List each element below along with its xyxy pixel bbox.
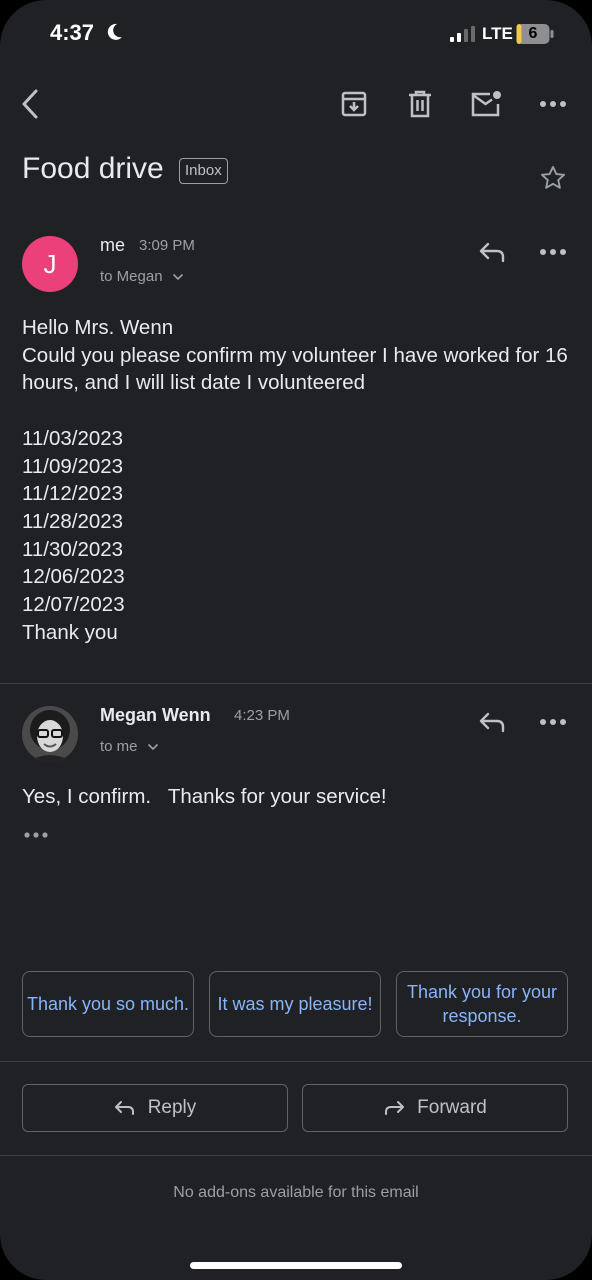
forward-action-button[interactable]: Forward (302, 1084, 568, 1132)
smart-reply-2[interactable]: It was my pleasure! (209, 971, 381, 1037)
chevron-down-icon (147, 743, 158, 751)
battery-icon: 6 (516, 23, 554, 45)
archive-button[interactable] (334, 84, 374, 124)
moon-icon (107, 23, 122, 40)
star-icon (540, 165, 566, 189)
sender-avatar-photo[interactable] (22, 706, 78, 762)
message-more-button[interactable] (533, 702, 573, 742)
status-bar: 4:37 LTE 6 (0, 0, 592, 70)
back-button[interactable] (10, 84, 50, 124)
status-time: 4:37 (50, 20, 95, 45)
actions-divider (0, 1061, 592, 1062)
reply-icon (114, 1101, 134, 1115)
star-button[interactable] (533, 158, 573, 198)
email-subject: Food drive (22, 152, 164, 185)
recipient-line[interactable]: to Megan (100, 268, 184, 285)
forward-label: Forward (417, 1097, 487, 1118)
home-indicator[interactable] (190, 1262, 402, 1269)
archive-icon (341, 91, 367, 117)
more-horizontal-icon (540, 249, 566, 255)
more-horizontal-icon (540, 101, 566, 107)
recipient-label: to Megan (100, 268, 163, 285)
message-time: 4:23 PM (234, 707, 290, 724)
signal-icon (450, 26, 475, 42)
chevron-down-icon (172, 273, 183, 281)
sender-name: me (100, 235, 126, 255)
reply-icon (479, 712, 505, 733)
smart-reply-1[interactable]: Thank you so much. (22, 971, 194, 1037)
more-horizontal-icon (540, 719, 566, 725)
reply-label: Reply (147, 1097, 197, 1118)
recipient-line[interactable]: to me (100, 738, 159, 755)
message-body: Yes, I confirm. Thanks for your service! (22, 785, 387, 808)
reply-button[interactable] (472, 702, 512, 742)
footer-divider (0, 1155, 592, 1156)
message-body: Hello Mrs. Wenn Could you please confirm… (22, 316, 568, 644)
network-type: LTE (482, 24, 513, 43)
trash-icon (409, 90, 431, 118)
more-options-button[interactable] (533, 84, 573, 124)
show-trimmed-content-button[interactable] (16, 815, 56, 855)
mark-unread-icon (471, 91, 501, 117)
reply-button[interactable] (472, 232, 512, 272)
profile-photo-icon (22, 706, 78, 762)
recipient-label: to me (100, 738, 138, 755)
ellipsis-icon (24, 832, 48, 838)
message-time: 3:09 PM (139, 237, 195, 254)
email-screen: 4:37 LTE 6 Food drive Inbox J me 3:09 PM… (0, 0, 592, 1280)
label-badge[interactable]: Inbox (179, 158, 228, 184)
addons-footer: No add-ons available for this email (173, 1184, 419, 1201)
message-divider (0, 683, 592, 684)
reply-icon (479, 242, 505, 263)
message-more-button[interactable] (533, 232, 573, 272)
smart-reply-3[interactable]: Thank you for your response. (396, 971, 568, 1037)
back-arrow-icon (22, 89, 38, 119)
delete-button[interactable] (400, 84, 440, 124)
forward-icon (385, 1101, 405, 1115)
reply-action-button[interactable]: Reply (22, 1084, 288, 1132)
sender-avatar[interactable]: J (22, 236, 78, 292)
battery-level: 6 (528, 25, 538, 42)
mark-unread-button[interactable] (466, 84, 506, 124)
sender-name: Megan Wenn (100, 705, 211, 725)
